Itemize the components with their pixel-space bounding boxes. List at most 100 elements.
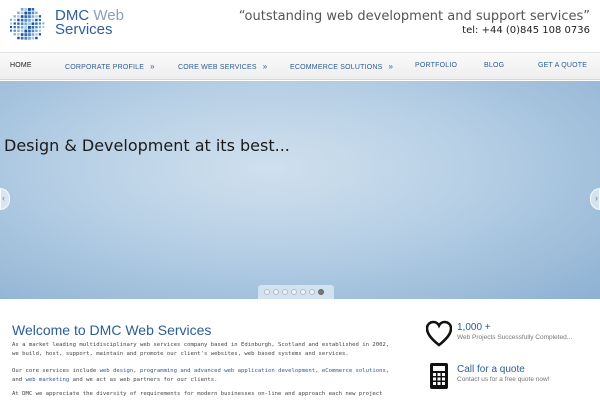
logo-tile [24,33,28,37]
logo-tile [24,29,28,33]
logo-tile [28,11,31,15]
logo-tile [31,29,35,33]
main-nav: HOME CORPORATE PROFILE» CORE WEB SERVICE… [0,52,600,80]
logo-tile [13,26,16,29]
logo-tile [38,29,42,32]
quote-caption: Contact us for a free quote now! [457,376,550,383]
intro-paragraph: As a market leading multidisciplinary we… [12,342,390,357]
logo-tile [20,36,24,40]
logo-tile [31,11,35,15]
logo-tile [42,22,45,25]
hero-slider: Design & Development at its best... ‹ › [0,81,600,299]
slider-dot[interactable] [282,289,288,295]
projects-count: 1,000 + [457,322,491,333]
logo-tile [13,18,16,22]
logo-tile [42,26,45,28]
site-logo[interactable]: DMC Web Services [8,6,124,42]
logo-tile [24,15,28,19]
nav-get-a-quote[interactable]: GET A QUOTE [538,62,587,69]
nav-blog[interactable]: BLOG [484,62,504,69]
logo-tile [17,36,20,40]
logo-tile [13,29,16,32]
slider-next-button[interactable]: › [590,188,600,210]
logo-tile [28,18,31,22]
slider-dot[interactable] [300,289,306,295]
calculator-icon [430,363,448,389]
phone-number[interactable]: tel: +44 (0)845 108 0736 [462,25,590,36]
chevron-right-icon: » [150,62,155,71]
logo-tile [38,15,42,18]
chevron-right-icon: » [388,62,394,71]
logo-tile [31,33,35,36]
logo-tile [24,22,28,26]
logo-tile [38,26,42,29]
logo-tile [35,22,38,25]
slider-dot[interactable] [309,289,315,295]
chevron-left-icon: ‹ [2,193,5,203]
logo-tile [10,26,13,29]
logo-tile [31,36,35,40]
projects-widget: 1,000 + Web Projects Successfully Comple… [426,320,596,350]
slider-dot[interactable] [264,289,270,295]
logo-tile [35,33,38,36]
services-paragraph: Our core services include web design, pr… [12,368,390,383]
logo-tile [35,29,38,33]
chevron-right-icon: » [262,62,268,71]
logo-tile [35,18,38,22]
logo-tile [20,15,24,18]
logo-tile [10,29,13,32]
logo-tile [38,33,42,36]
slider-dot[interactable] [273,289,279,295]
nav-ecommerce-solutions[interactable]: eCOMMERCE SOLUTIONS» [290,62,393,71]
logo-tile [35,15,38,18]
link-programming[interactable]: programming and advanced web application… [140,368,315,374]
logo-tile [24,18,28,22]
logo-tile [17,18,20,22]
logo-tile [20,33,24,36]
nav-portfolio[interactable]: PORTFOLIO [415,62,457,69]
heart-icon [426,320,452,347]
logo-tile [31,18,35,22]
logo-tile [38,18,42,22]
logo-tile [17,11,20,15]
logo-tile [28,15,31,19]
logo-tile [17,22,20,25]
hero-title: Design & Development at its best... [4,136,290,155]
logo-tile [28,26,31,29]
quote-title[interactable]: Call for a quote [457,364,525,375]
logo-tile [28,36,31,40]
slider-dot[interactable] [318,289,324,295]
logo-tile [10,18,13,21]
logo-tile [20,11,24,15]
nav-core-web-services[interactable]: CORE WEB SERVICES» [178,62,267,71]
globe-logo-icon [10,8,45,40]
logo-tile [28,8,31,11]
link-ecommerce[interactable]: eCommerce solutions [322,368,386,374]
logo-tile [13,33,16,36]
link-web-design[interactable]: web design [100,368,134,374]
link-web-marketing[interactable]: web marketing [25,377,69,383]
nav-home[interactable]: HOME [10,62,32,69]
logo-tile [24,8,28,11]
logo-tile [28,22,31,26]
logo-tile [28,33,31,37]
logo-tile [31,15,35,18]
logo-tile [20,26,24,29]
slider-dot[interactable] [291,289,297,295]
logo-services: Services [55,21,113,38]
quote-widget[interactable]: Call for a quote Contact us for a free q… [426,362,596,392]
logo-text: DMC Web Services [55,8,124,38]
logo-tile [28,29,31,33]
logo-tile [20,22,24,26]
nav-corporate-profile[interactable]: CORPORATE PROFILE» [65,62,155,71]
logo-tile [31,26,35,29]
site-header: DMC Web Services “outstanding web develo… [0,0,600,52]
logo-tile [24,26,28,29]
logo-tile [17,26,20,29]
logo-tile [10,22,13,25]
logo-tile [17,29,20,33]
approach-paragraph: At DMC we appreciate the diversity of re… [12,391,383,397]
tagline: “outstanding web development and support… [238,9,590,24]
slider-prev-button[interactable]: ‹ [0,188,10,210]
page-title: Welcome to DMC Web Services [12,322,212,338]
